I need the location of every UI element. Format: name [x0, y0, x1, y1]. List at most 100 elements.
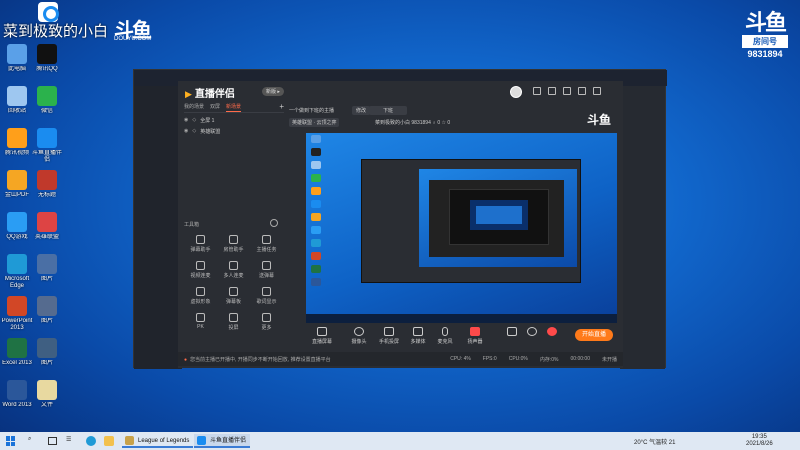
camera-button[interactable]: 摄像头 [346, 327, 372, 345]
tool-button[interactable]: 更多 [250, 313, 283, 331]
lock-icon[interactable]: ◇ [192, 117, 196, 124]
eye-icon[interactable]: ◉ [184, 128, 188, 135]
tool-button[interactable]: 主播任务 [250, 235, 283, 253]
scene-label: 英雄联盟 [200, 129, 221, 135]
microphone-button[interactable]: 麦克风 [432, 327, 458, 345]
desktop-icon-label: Word 2013 [2, 402, 32, 408]
desktop-icon[interactable]: 腾讯QQ [30, 44, 64, 80]
tools-heading: 工具箱 [184, 219, 284, 228]
desktop-icon[interactable]: QQ游戏 [0, 212, 34, 248]
add-scene-button[interactable]: + [279, 103, 284, 112]
version-pill[interactable]: 新版 ▸ [262, 87, 284, 96]
more-tools-icon[interactable] [270, 219, 278, 227]
game-category[interactable]: 英雄联盟 · 云顶之弈 [289, 118, 340, 127]
tool-button[interactable]: 视频连麦 [184, 261, 217, 279]
phone-cast-button[interactable]: 手机投屏 [376, 327, 402, 345]
tool-button[interactable]: 虚拟形象 [184, 287, 217, 305]
app-icon [37, 212, 57, 232]
stream-preview[interactable] [306, 133, 617, 323]
tool-button[interactable]: 房管助手 [217, 235, 250, 253]
start-button[interactable] [6, 436, 16, 446]
desktop-icon[interactable]: Excel 2013 [0, 338, 34, 374]
media-label: 多媒体 [410, 339, 426, 345]
tool-button[interactable]: 弹幕板 [217, 287, 250, 305]
preview-icon [311, 135, 321, 143]
monitor-icon [317, 327, 327, 336]
tool-button[interactable]: 送弹幕 [250, 261, 283, 279]
desktop-icon[interactable]: 金山PDF [0, 170, 34, 206]
tool-icon [262, 235, 271, 244]
live-companion-window[interactable]: 直播伴侣 新版 ▸ 我的场景 双屏 新场景 + ◉ ◇ 全屏 1 ◉ ◇ 英雄联… [178, 81, 623, 368]
tab-dual-screen[interactable]: 双屏 [210, 103, 220, 112]
tool-button[interactable]: 多人连麦 [217, 261, 250, 279]
weather-widget[interactable]: 20°C 气温较 21 [634, 437, 675, 446]
microphone-label: 麦克风 [437, 339, 453, 345]
tool-label: PK [197, 324, 204, 330]
douyu-logo-sub: DOUYU.COM [114, 36, 152, 42]
search-icon[interactable]: ⌕ [28, 436, 38, 446]
desktop-icon-label: 腾讯视频 [4, 150, 29, 156]
preview-icon [311, 161, 321, 169]
explorer-icon[interactable] [104, 436, 114, 446]
tool-button[interactable]: 歌词显示 [250, 287, 283, 305]
desktop-icon[interactable]: 回收站 [0, 86, 34, 122]
speaker-button[interactable]: 扬声器 [462, 327, 488, 345]
desktop-icon[interactable]: Word 2013 [0, 380, 34, 416]
gear-button[interactable] [539, 327, 565, 338]
app-icon [7, 254, 27, 274]
layout-icon[interactable] [548, 87, 556, 95]
desktop-icon[interactable]: 无标题 [30, 170, 64, 206]
room-badge-logo: 斗鱼 [744, 10, 787, 35]
desktop-icon-label: 无标题 [37, 192, 56, 198]
app-icon [37, 86, 57, 106]
tool-icon [229, 287, 238, 296]
settings-icon[interactable] [533, 87, 541, 95]
taskbar-app-lol[interactable]: League of Legends [122, 434, 194, 448]
desktop-icon[interactable]: 文件 [30, 380, 64, 416]
clock[interactable]: 19:35 2021/8/26 [746, 434, 773, 448]
desktop-icon[interactable]: 微信 [30, 86, 64, 122]
desktop-icon[interactable]: Microsoft Edge [0, 254, 34, 290]
media-button[interactable]: 多媒体 [405, 327, 431, 345]
start-live-button[interactable]: 开始直播 [575, 329, 613, 341]
gear-icon [547, 327, 557, 336]
edge-icon[interactable] [86, 436, 96, 446]
desktop-icon-label: 斗鱼直播伴侣 [31, 150, 62, 163]
screen-capture-button[interactable]: 直播屏幕 [309, 327, 335, 345]
desktop-icon[interactable]: 图片 [30, 296, 64, 332]
desktop-icon-label: 图片 [40, 360, 53, 366]
eye-icon[interactable]: ◉ [184, 117, 188, 124]
lock-icon[interactable]: ◇ [192, 128, 196, 135]
app-icon [7, 44, 27, 64]
app-icon [37, 44, 57, 64]
close-icon[interactable] [593, 87, 601, 95]
desktop-icon-label: 回收站 [7, 108, 26, 114]
maximize-icon[interactable] [578, 87, 586, 95]
scene-item[interactable]: ◉ ◇ 全屏 1 [184, 113, 284, 124]
speaker-label: 扬声器 [467, 339, 483, 345]
desktop-icon[interactable]: 图片 [30, 338, 64, 374]
desktop-icon[interactable]: 英雄联盟 [30, 212, 64, 248]
quality-select[interactable]: 下班 [369, 106, 408, 115]
tab-my-scenes[interactable]: 我的场景 [184, 103, 204, 112]
minimize-icon[interactable] [563, 87, 571, 95]
edit-title-button[interactable]: 修改 [352, 106, 371, 115]
app-icon [7, 338, 27, 358]
scene-item[interactable]: ◉ ◇ 英雄联盟 [184, 124, 284, 135]
widgets-icon[interactable]: ☰ [66, 436, 76, 446]
desktop-icon[interactable]: 腾讯视频 [0, 128, 34, 164]
taskbar-app-douyu[interactable]: 斗鱼直播伴侣 [194, 434, 251, 448]
live-title[interactable]: 一个做到下班的主播 [289, 107, 334, 114]
phone-cast-label: 手机投屏 [378, 339, 399, 345]
tool-button[interactable]: 弹幕助手 [184, 235, 217, 253]
tab-new-scene[interactable]: 新场景 [226, 103, 242, 112]
camera-icon [354, 327, 364, 336]
desktop-icon[interactable]: 斗鱼直播伴侣 [30, 128, 64, 164]
tool-button[interactable]: 投屏 [217, 313, 250, 331]
desktop-icon[interactable]: PowerPoint 2013 [0, 296, 34, 332]
desktop-icon[interactable]: 图片 [30, 254, 64, 290]
task-view-icon[interactable] [48, 437, 57, 445]
desktop-icon[interactable]: 此电脑 [0, 44, 34, 80]
tool-button[interactable]: PK [184, 313, 217, 331]
avatar[interactable] [510, 86, 522, 98]
